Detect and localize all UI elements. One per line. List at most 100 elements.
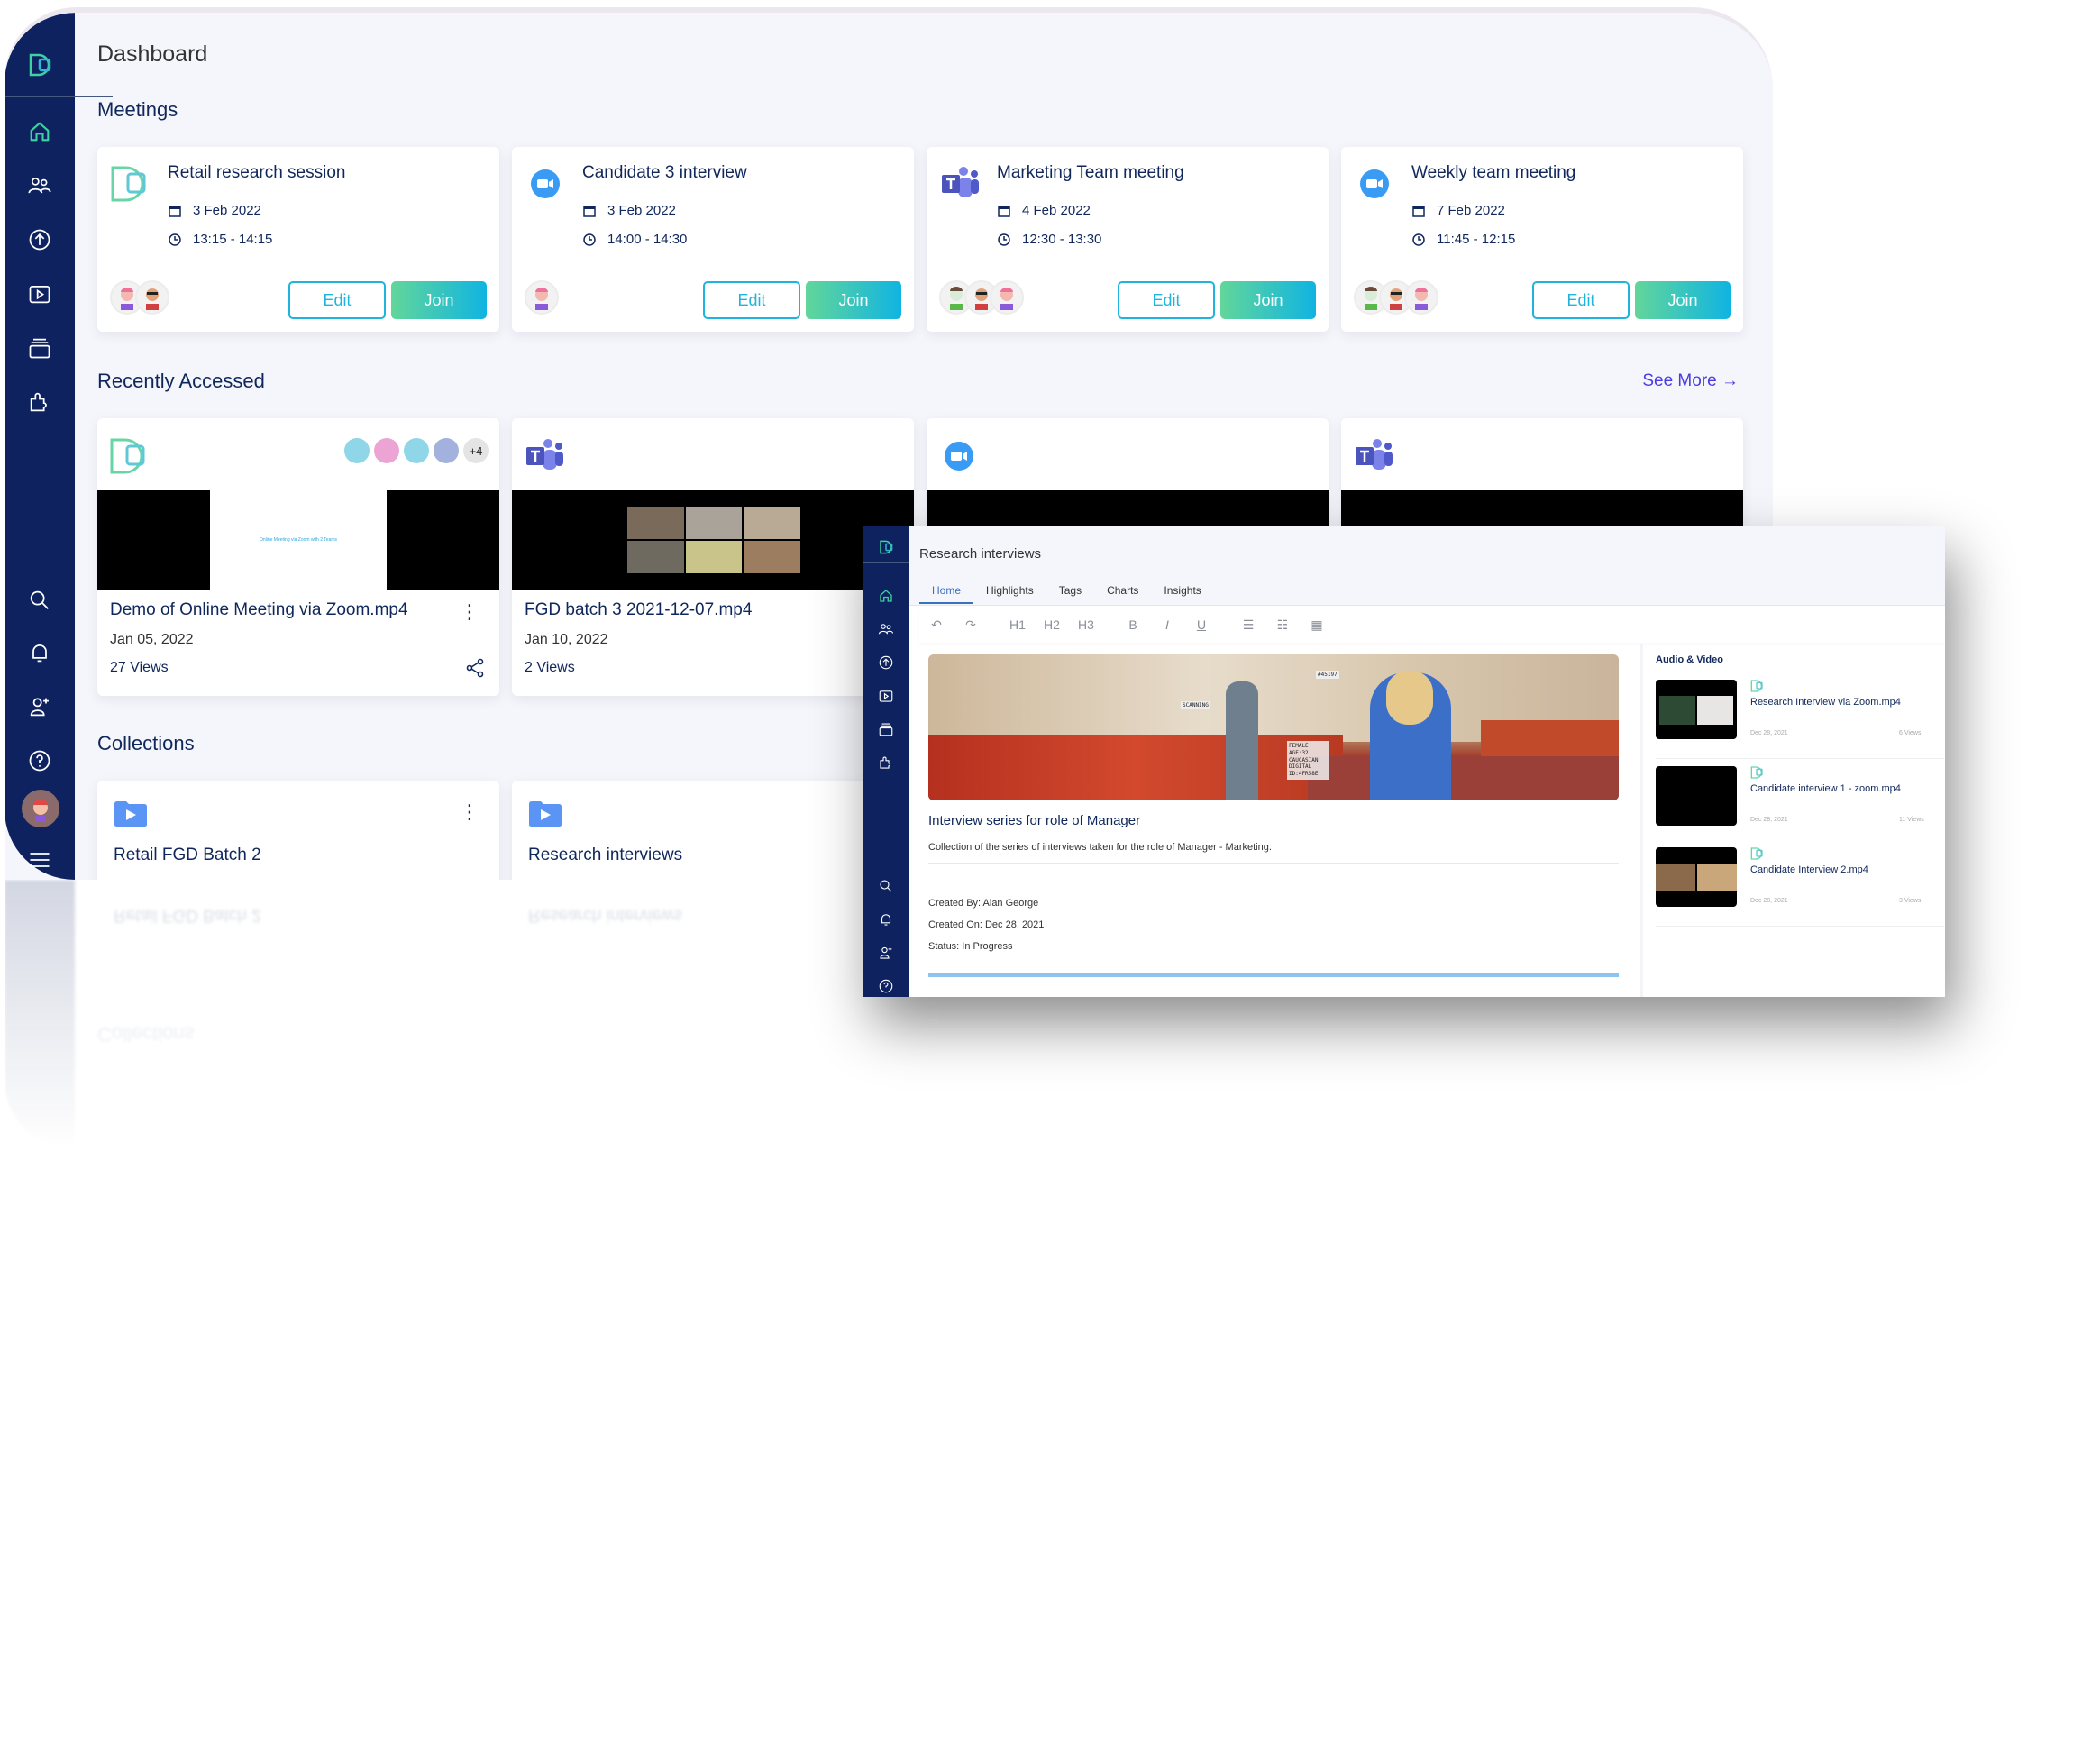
table-icon[interactable]: ▦ bbox=[1300, 617, 1334, 633]
sidebar-item-media[interactable] bbox=[863, 684, 909, 708]
sidebar-item-integrations[interactable] bbox=[863, 751, 909, 774]
sidebar-item-help[interactable] bbox=[5, 743, 75, 779]
editor-toolbar: ↶ ↷ H1 H2 H3 B I U ☰ ☷ ▦ bbox=[919, 607, 1945, 643]
meeting-title: Retail research session bbox=[168, 163, 346, 182]
sidebar-item-participants[interactable] bbox=[5, 168, 75, 204]
collections-icon bbox=[879, 723, 893, 736]
edit-button[interactable]: Edit bbox=[288, 281, 386, 319]
video-icon bbox=[29, 285, 50, 304]
app-logo-icon bbox=[1750, 847, 1765, 864]
heading3-button[interactable]: H3 bbox=[1069, 617, 1103, 632]
meeting-title: Marketing Team meeting bbox=[997, 163, 1184, 182]
bullet-list-icon[interactable]: ☰ bbox=[1231, 617, 1265, 633]
sidebar-item-upload[interactable] bbox=[863, 651, 909, 674]
collection-card[interactable]: ⋮ Retail FGD Batch 2 bbox=[97, 781, 499, 880]
sidebar-item-add-user[interactable] bbox=[863, 941, 909, 964]
bold-button[interactable]: B bbox=[1116, 617, 1150, 632]
app-logo-icon[interactable] bbox=[863, 535, 909, 559]
tab-highlights[interactable]: Highlights bbox=[973, 584, 1046, 604]
sidebar-menu-toggle[interactable] bbox=[5, 842, 75, 878]
see-more-link[interactable]: See More → bbox=[1642, 371, 1739, 391]
italic-button[interactable]: I bbox=[1150, 617, 1184, 632]
undo-icon[interactable]: ↶ bbox=[919, 617, 954, 633]
media-name: Research Interview via Zoom.mp4 bbox=[1750, 697, 1901, 708]
join-button[interactable]: Join bbox=[806, 281, 901, 319]
edit-button[interactable]: Edit bbox=[703, 281, 800, 319]
heading2-button[interactable]: H2 bbox=[1035, 617, 1069, 632]
join-button[interactable]: Join bbox=[391, 281, 487, 319]
share-icon[interactable] bbox=[465, 658, 485, 682]
participant-avatar bbox=[1404, 280, 1438, 315]
panel-title: Research interviews bbox=[919, 546, 1042, 562]
edit-button[interactable]: Edit bbox=[1532, 281, 1630, 319]
bell-icon bbox=[32, 644, 47, 663]
heading1-button[interactable]: H1 bbox=[1000, 617, 1035, 632]
tab-charts[interactable]: Charts bbox=[1094, 584, 1151, 604]
more-options-icon[interactable]: ⋮ bbox=[460, 802, 479, 822]
media-list-panel: Audio & Video Research Interview via Zoo… bbox=[1640, 644, 1945, 997]
redo-icon[interactable]: ↷ bbox=[954, 617, 988, 633]
media-name: Candidate interview 1 - zoom.mp4 bbox=[1750, 783, 1901, 794]
reflection-card: Research interviews bbox=[512, 896, 914, 995]
sidebar-item-media[interactable] bbox=[5, 276, 75, 312]
recent-views: 2 Views bbox=[525, 660, 575, 675]
status: Status: In Progress bbox=[928, 941, 1013, 952]
sidebar-item-integrations[interactable] bbox=[5, 384, 75, 420]
media-list-item[interactable]: Candidate Interview 2.mp4 Dec 28, 2021 3… bbox=[1656, 847, 1944, 927]
underline-button[interactable]: U bbox=[1184, 617, 1219, 632]
sidebar-item-home[interactable] bbox=[5, 114, 75, 150]
participant-dots: +4 bbox=[344, 438, 489, 463]
media-date: Dec 28, 2021 bbox=[1750, 898, 1788, 904]
collection-card[interactable]: Research interviews bbox=[512, 781, 914, 880]
sidebar-item-home[interactable] bbox=[863, 584, 909, 608]
media-thumbnail bbox=[1656, 680, 1737, 739]
recent-views: 27 Views bbox=[110, 660, 169, 675]
video-thumbnail[interactable] bbox=[512, 490, 914, 590]
more-options-icon[interactable]: ⋮ bbox=[460, 602, 479, 622]
sidebar-item-notifications[interactable] bbox=[863, 908, 909, 931]
add-user-icon bbox=[880, 946, 892, 959]
video-thumbnail[interactable]: Online Meeting via Zoom with 2 Teams bbox=[97, 490, 499, 590]
media-date: Dec 28, 2021 bbox=[1750, 817, 1788, 823]
app-logo-icon bbox=[108, 434, 151, 478]
user-avatar[interactable] bbox=[22, 790, 59, 827]
recent-card[interactable]: FGD batch 3 2021-12-07.mp4 Jan 10, 2022 … bbox=[512, 418, 914, 696]
media-list-item[interactable]: Research Interview via Zoom.mp4 Dec 28, … bbox=[1656, 680, 1944, 759]
media-thumbnail bbox=[1656, 766, 1737, 826]
participant-dot bbox=[344, 438, 370, 463]
edit-button[interactable]: Edit bbox=[1118, 281, 1215, 319]
tab-home[interactable]: Home bbox=[919, 584, 974, 604]
sidebar-item-collections[interactable] bbox=[863, 717, 909, 741]
join-button[interactable]: Join bbox=[1635, 281, 1731, 319]
clock-icon bbox=[1412, 233, 1425, 246]
collection-title: Retail FGD Batch 2 bbox=[114, 845, 261, 864]
teams-icon bbox=[523, 434, 566, 478]
tab-tags[interactable]: Tags bbox=[1046, 584, 1094, 604]
meeting-card: Weekly team meeting 7 Feb 2022 11:45 - 1… bbox=[1341, 147, 1743, 332]
numbered-list-icon[interactable]: ☷ bbox=[1265, 617, 1300, 633]
tab-insights[interactable]: Insights bbox=[1151, 584, 1213, 604]
sidebar-item-upload[interactable] bbox=[5, 222, 75, 258]
sidebar-item-notifications[interactable] bbox=[5, 635, 75, 671]
sidebar-item-search[interactable] bbox=[863, 874, 909, 898]
teams-icon bbox=[1352, 434, 1395, 478]
created-on: Created On: Dec 28, 2021 bbox=[928, 919, 1045, 930]
calendar-icon bbox=[1412, 205, 1425, 217]
recent-card[interactable]: +4 Online Meeting via Zoom with 2 Teams … bbox=[97, 418, 499, 696]
sidebar-item-help[interactable] bbox=[863, 974, 909, 997]
media-list-heading: Audio & Video bbox=[1656, 654, 1723, 665]
meeting-title: Weekly team meeting bbox=[1411, 163, 1576, 182]
recent-title: FGD batch 3 2021-12-07.mp4 bbox=[525, 600, 753, 619]
app-logo-icon[interactable] bbox=[5, 47, 75, 83]
hamburger-icon bbox=[30, 853, 50, 867]
meeting-date: 3 Feb 2022 bbox=[582, 203, 676, 218]
zoom-icon bbox=[1354, 163, 1395, 205]
sidebar-item-participants[interactable] bbox=[863, 617, 909, 641]
participant-avatars bbox=[110, 280, 169, 315]
join-button[interactable]: Join bbox=[1220, 281, 1316, 319]
sidebar-item-search[interactable] bbox=[5, 582, 75, 618]
sidebar-item-collections[interactable] bbox=[5, 330, 75, 366]
media-views: 6 Views bbox=[1899, 730, 1922, 736]
sidebar-item-add-user[interactable] bbox=[5, 689, 75, 725]
media-list-item[interactable]: Candidate interview 1 - zoom.mp4 Dec 28,… bbox=[1656, 766, 1944, 845]
